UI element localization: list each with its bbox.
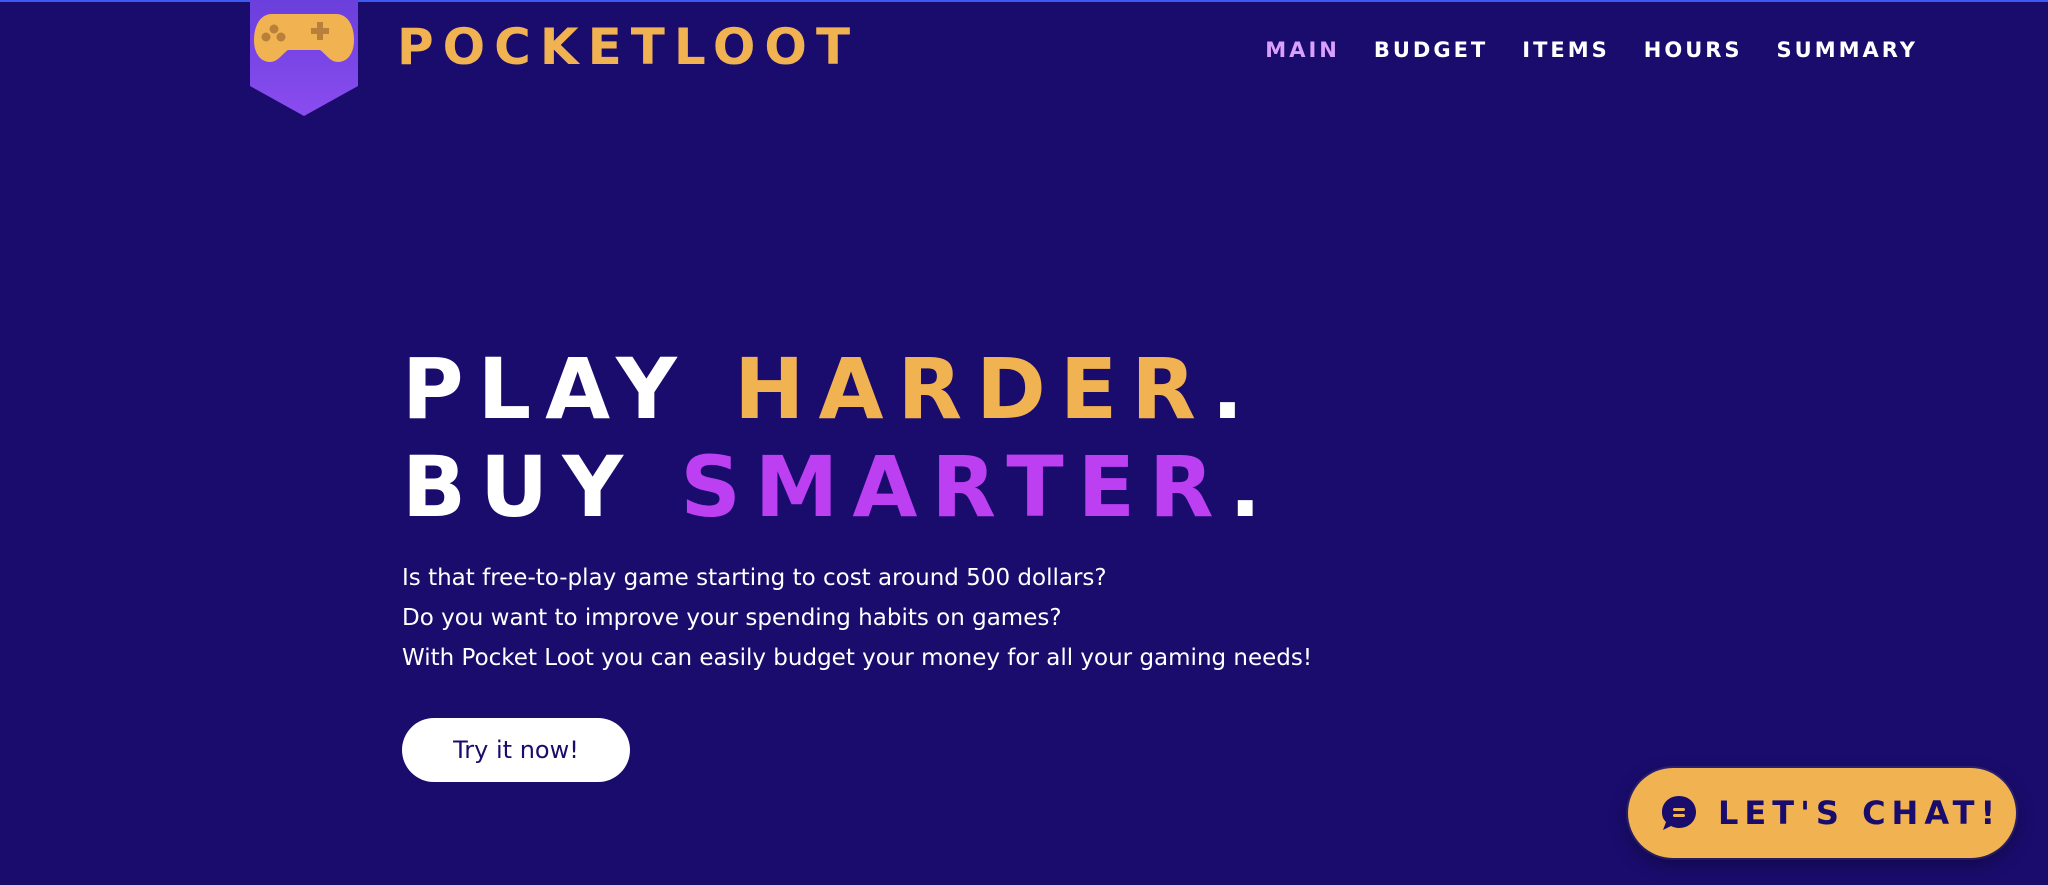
headline-period: . [1211, 340, 1258, 438]
hero-paragraph: With Pocket Loot you can easily budget y… [402, 645, 1313, 671]
logo-badge[interactable] [250, 0, 358, 116]
nav-item-items[interactable]: ITEMS [1522, 36, 1610, 64]
headline-word-harder: HARDER [734, 340, 1212, 438]
nav-item-budget[interactable]: BUDGET [1374, 36, 1488, 64]
brand-name[interactable]: POCKETLOOT [397, 22, 859, 72]
try-it-now-button[interactable]: Try it now! [402, 718, 630, 782]
headline-line-1: PLAY HARDER. [402, 340, 1312, 438]
hero-paragraph: Do you want to improve your spending hab… [402, 605, 1062, 631]
main-nav: MAIN BUDGET ITEMS HOURS SUMMARY [1265, 36, 1918, 64]
headline-line-2: BUY SMARTER. [402, 438, 1312, 536]
chat-label: LET'S CHAT! [1718, 794, 2002, 832]
nav-item-summary[interactable]: SUMMARY [1777, 36, 1918, 64]
lets-chat-button[interactable]: LET'S CHAT! [1628, 768, 2016, 858]
nav-item-main[interactable]: MAIN [1265, 36, 1340, 64]
headline-word-buy: BUY [402, 438, 681, 536]
hero-section: PLAY HARDER. BUY SMARTER. Is that free-t… [402, 340, 1312, 782]
landing-page: POCKETLOOT MAIN BUDGET ITEMS HOURS SUMMARY P… [0, 0, 2048, 885]
nav-item-hours[interactable]: HOURS [1644, 36, 1743, 64]
headline-word-play: PLAY [402, 340, 735, 438]
hero-description: Is that free-to-play game starting to co… [402, 558, 1312, 678]
headline-word-smarter: SMARTER [680, 438, 1230, 536]
hero-paragraph: Is that free-to-play game starting to co… [402, 565, 1107, 591]
chat-bubble-icon [1662, 796, 1696, 830]
hero-headline: PLAY HARDER. BUY SMARTER. [402, 340, 1312, 536]
gamepad-icon [250, 0, 358, 116]
headline-period: . [1229, 438, 1276, 536]
